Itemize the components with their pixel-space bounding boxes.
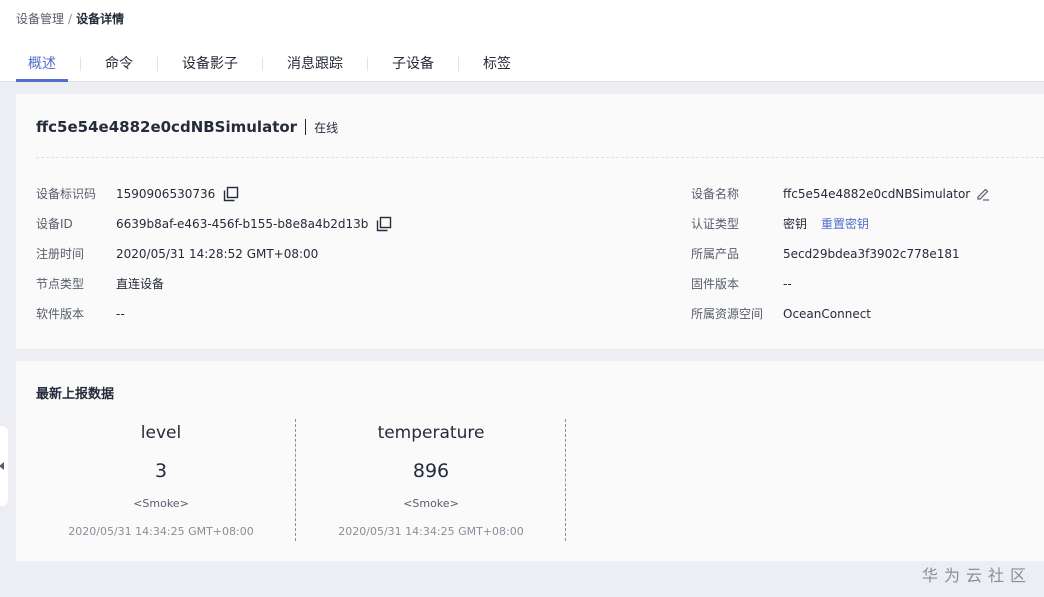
info-row-device-name: 设备名称 ffc5e54e4882e0cdNBSimulator <box>691 184 990 204</box>
info-value: -- <box>116 307 125 321</box>
breadcrumb-parent[interactable]: 设备管理 <box>16 12 64 26</box>
title-divider <box>305 119 307 135</box>
metric-name: level <box>140 423 182 443</box>
metric-name: temperature <box>377 423 485 443</box>
tab-divider <box>262 57 263 71</box>
reset-secret-link[interactable]: 重置密钥 <box>821 214 869 234</box>
status-badge: 在线 <box>314 120 339 135</box>
tab-overview[interactable]: 概述 <box>16 52 68 82</box>
tab-divider <box>458 57 459 71</box>
info-label: 所属产品 <box>691 247 740 261</box>
product-link[interactable]: 5ecd29bdea3f3902c778e181 <box>783 244 960 264</box>
info-label: 所属资源空间 <box>691 307 764 321</box>
tab-divider <box>80 57 81 71</box>
sidebar-collapse-handle[interactable] <box>0 426 8 506</box>
metric-service: <Smoke> <box>403 497 459 510</box>
watermark: 华为云社区 <box>921 566 1032 585</box>
tab-commands[interactable]: 命令 <box>93 52 145 82</box>
info-value: -- <box>783 277 792 291</box>
info-value: 直连设备 <box>116 277 165 291</box>
info-value: ffc5e54e4882e0cdNBSimulator <box>783 187 971 201</box>
device-title: ffc5e54e4882e0cdNBSimulator 在线 <box>36 118 338 136</box>
info-row-auth-type: 认证类型 密钥 重置密钥 <box>691 214 869 234</box>
metric-card-level: level 3 <Smoke> 2020/05/31 14:34:25 GMT+… <box>26 419 296 541</box>
copy-icon[interactable] <box>376 216 392 232</box>
info-row-register-time: 注册时间 2020/05/31 14:28:52 GMT+08:00 <box>36 244 318 264</box>
edit-icon[interactable] <box>976 187 990 201</box>
info-row-product: 所属产品 5ecd29bdea3f3902c778e181 <box>691 244 960 264</box>
info-label: 设备ID <box>36 217 73 231</box>
metric-value: 896 <box>412 460 450 482</box>
info-row-firmware-version: 固件版本 -- <box>691 274 792 294</box>
tab-message-trace[interactable]: 消息跟踪 <box>275 52 355 82</box>
metric-time: 2020/05/31 14:34:25 GMT+08:00 <box>338 525 524 538</box>
info-value: 6639b8af-e463-456f-b155-b8e8a4b2d13b <box>116 217 369 231</box>
info-row-device-id: 设备ID 6639b8af-e463-456f-b155-b8e8a4b2d13… <box>36 214 392 234</box>
info-label: 节点类型 <box>36 277 85 291</box>
info-label: 注册时间 <box>36 247 85 261</box>
breadcrumb: 设备管理 / 设备详情 <box>16 11 124 27</box>
section-divider <box>36 157 1044 158</box>
metric-service: <Smoke> <box>133 497 189 510</box>
chevron-left-icon <box>0 462 4 470</box>
info-label: 软件版本 <box>36 307 85 321</box>
info-value: OceanConnect <box>783 307 872 321</box>
tab-bar: 概述 命令 设备影子 消息跟踪 子设备 标签 <box>16 52 523 82</box>
info-label: 设备标识码 <box>36 187 97 201</box>
metric-card-temperature: temperature 896 <Smoke> 2020/05/31 14:34… <box>296 419 566 541</box>
info-value: 1590906530736 <box>116 187 216 201</box>
tab-divider <box>157 57 158 71</box>
info-row-resource-space: 所属资源空间 OceanConnect <box>691 304 871 324</box>
tab-tags[interactable]: 标签 <box>471 52 523 82</box>
info-row-node-code: 设备标识码 1590906530736 <box>36 184 239 204</box>
metric-value: 3 <box>154 460 168 482</box>
info-row-software-version: 软件版本 -- <box>36 304 125 324</box>
info-row-node-type: 节点类型 直连设备 <box>36 274 164 294</box>
device-info-card: ffc5e54e4882e0cdNBSimulator 在线 设备标识码 159… <box>16 94 1044 349</box>
info-value: 2020/05/31 14:28:52 GMT+08:00 <box>116 247 319 261</box>
breadcrumb-separator: / <box>68 12 73 26</box>
metric-time: 2020/05/31 14:34:25 GMT+08:00 <box>68 525 254 538</box>
tab-device-shadow[interactable]: 设备影子 <box>170 52 250 82</box>
breadcrumb-current: 设备详情 <box>76 12 125 26</box>
info-label: 认证类型 <box>691 217 740 231</box>
device-name-title: ffc5e54e4882e0cdNBSimulator <box>36 118 298 136</box>
info-label: 设备名称 <box>691 187 740 201</box>
latest-data-card: 最新上报数据 level 3 <Smoke> 2020/05/31 14:34:… <box>16 361 1044 561</box>
page-header: 设备管理 / 设备详情 概述 命令 设备影子 消息跟踪 子设备 标签 <box>0 0 1044 82</box>
section-title: 最新上报数据 <box>36 387 115 402</box>
tab-divider <box>367 57 368 71</box>
tab-child-devices[interactable]: 子设备 <box>380 52 446 82</box>
info-value: 密钥 <box>783 217 808 231</box>
copy-icon[interactable] <box>223 186 239 202</box>
metric-divider <box>565 419 566 541</box>
info-label: 固件版本 <box>691 277 740 291</box>
